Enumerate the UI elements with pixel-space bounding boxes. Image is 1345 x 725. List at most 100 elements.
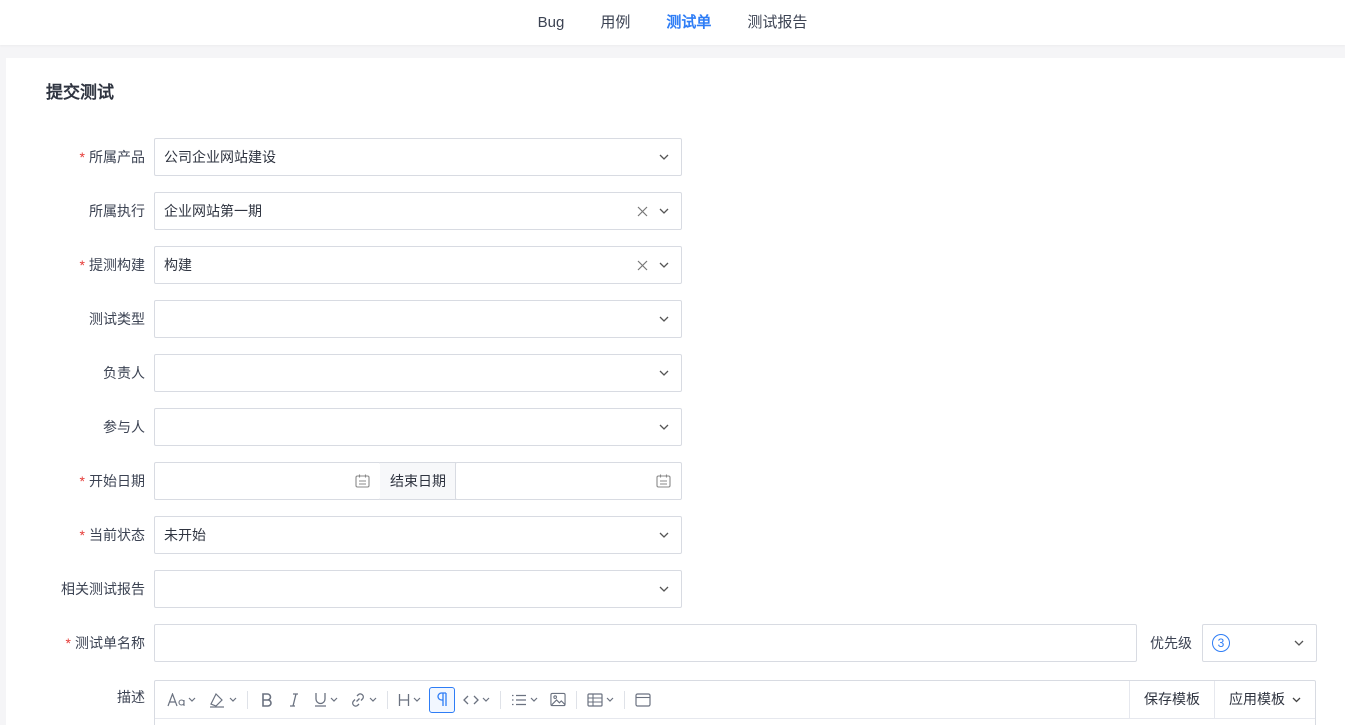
editor-toolbar: 保存模板 应用模板 [155,681,1315,719]
label-product: * 所属产品 [79,149,145,165]
description-editor[interactable]: 保存模板 应用模板 [154,680,1316,725]
italic-button[interactable] [282,687,306,713]
nav-tab-bug[interactable]: Bug [538,4,565,42]
test-type-select[interactable] [154,300,682,338]
priority-badge: 3 [1212,634,1230,652]
testtask-name-input[interactable] [154,624,1137,662]
priority-select[interactable]: 3 [1202,624,1317,662]
end-date-label: 结束日期 [380,462,456,500]
toolbar-divider [624,690,625,709]
related-report-select[interactable] [154,570,682,608]
start-date-input[interactable] [154,462,381,500]
clear-icon[interactable] [635,247,649,283]
build-select[interactable]: 构建 [154,246,682,284]
execution-select[interactable]: 企业网站第一期 [154,192,682,230]
row-participants: 参与人 [6,408,1345,446]
link-button[interactable] [346,687,381,713]
bold-button[interactable] [254,687,278,713]
row-product: * 所属产品 公司企业网站建设 [6,138,1345,176]
participants-select[interactable] [154,408,682,446]
chevron-down-icon [657,571,671,607]
apply-template-label: 应用模板 [1229,691,1285,707]
heading-button[interactable] [394,687,425,713]
table-button[interactable] [583,687,618,713]
font-size-button[interactable] [163,687,200,713]
chevron-down-icon [413,697,421,702]
chevron-down-icon [330,697,338,702]
calendar-icon[interactable] [655,463,671,499]
row-dates: * 开始日期 结束日期 [6,462,1345,500]
chevron-down-icon [188,697,196,702]
product-select[interactable]: 公司企业网站建设 [154,138,682,176]
build-value: 构建 [164,257,192,273]
label-start-date: * 开始日期 [79,473,145,489]
chevron-down-icon [657,355,671,391]
owner-select[interactable] [154,354,682,392]
code-button[interactable] [459,687,494,713]
page-title: 提交测试 [46,83,114,102]
nav-tab-testtask[interactable]: 测试单 [666,4,711,42]
apply-template-button[interactable]: 应用模板 [1214,681,1315,718]
image-icon [550,692,566,707]
template-actions: 保存模板 应用模板 [1129,681,1315,718]
paint-bucket-icon [210,692,224,708]
label-name: * 测试单名称 [65,635,145,651]
status-value: 未开始 [164,527,206,543]
top-nav: Bug 用例 测试单 测试报告 [0,0,1345,45]
label-owner: 负责人 [103,365,145,381]
end-date-input[interactable] [455,462,682,500]
link-icon [352,692,364,707]
toolbar-divider [247,690,248,709]
toolbar-divider [576,690,577,709]
table-icon [587,692,603,707]
product-value: 公司企业网站建设 [164,149,276,165]
underline-icon [315,693,326,707]
list-button[interactable] [507,687,542,713]
chevron-down-icon [657,517,671,553]
font-color-button[interactable] [204,687,241,713]
nav-tab-cases[interactable]: 用例 [600,4,630,42]
image-button[interactable] [546,687,570,713]
label-priority: 优先级 [1150,635,1192,651]
bold-icon [261,692,272,707]
save-template-button[interactable]: 保存模板 [1129,681,1214,718]
chevron-down-icon [657,301,671,337]
required-mark: * [65,635,71,651]
chevron-down-icon [369,697,377,702]
chevron-down-icon [1292,625,1306,661]
label-test-type: 测试类型 [89,311,145,327]
chevron-down-icon [657,409,671,445]
label-status: * 当前状态 [79,527,145,543]
label-related-report: 相关测试报告 [61,581,145,597]
required-mark: * [79,473,85,489]
clear-icon[interactable] [635,193,649,229]
label-build: * 提测构建 [79,257,145,273]
toolbar-divider [387,690,388,709]
row-related-report: 相关测试报告 [6,570,1345,608]
chevron-down-icon [606,697,614,702]
chevron-down-icon [229,697,237,702]
chevron-down-icon [482,697,490,702]
paragraph-button[interactable] [429,686,455,713]
heading-icon [398,693,410,706]
required-mark: * [79,257,85,273]
chevron-down-icon [657,247,671,283]
chevron-down-icon [1292,697,1301,702]
label-participants: 参与人 [103,419,145,435]
layout-button[interactable] [631,687,655,713]
layout-icon [635,692,651,707]
form-panel: 提交测试 * 所属产品 公司企业网站建设 所属执行 企业网站第一期 * 提测构建 构… [6,58,1345,725]
status-select[interactable]: 未开始 [154,516,682,554]
italic-icon [290,692,298,707]
label-execution: 所属执行 [89,203,145,219]
list-icon [512,694,526,705]
chevron-down-icon [657,193,671,229]
calendar-icon[interactable] [354,463,370,499]
required-mark: * [79,527,85,543]
row-execution: 所属执行 企业网站第一期 [6,192,1345,230]
row-owner: 负责人 [6,354,1345,392]
nav-tab-test-report[interactable]: 测试报告 [747,4,807,42]
font-size-icon [167,692,185,706]
required-mark: * [79,149,85,165]
underline-button[interactable] [310,687,342,713]
